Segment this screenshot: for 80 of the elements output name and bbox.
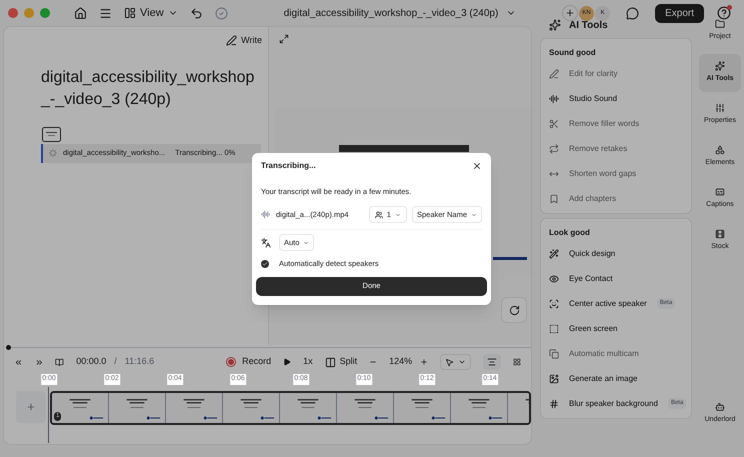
zoom-in-icon[interactable] (420, 357, 428, 367)
pointer-tool-button[interactable] (440, 354, 472, 370)
pen-icon (226, 35, 238, 46)
sliders-icon (715, 103, 725, 114)
project-title-button[interactable]: digital_accessibility_workshop_-_video_3 (240p) (284, 6, 516, 20)
language-icon (261, 238, 271, 248)
zoom-level: 124% (389, 355, 412, 368)
captions-icon (715, 187, 725, 198)
split-button[interactable]: Split (324, 355, 358, 369)
track-view-button[interactable] (483, 354, 502, 370)
help-icon (717, 6, 731, 20)
play-icon[interactable] (283, 357, 292, 367)
dashed-square-icon (549, 324, 559, 334)
copy-icon (549, 348, 559, 358)
expand-icon[interactable] (279, 34, 289, 44)
add-collaborator-button[interactable] (562, 5, 578, 21)
clip-thumbnail (42, 126, 61, 142)
comment-icon[interactable] (626, 6, 640, 20)
check-circle-icon[interactable] (214, 6, 228, 20)
pen-icon (549, 68, 559, 78)
image-plus-icon (549, 374, 559, 384)
magic-wand-icon (549, 248, 559, 258)
split-icon (324, 356, 336, 368)
sparkles-icon (715, 61, 725, 72)
view-menu-button[interactable]: View (124, 4, 178, 22)
loading-icon (49, 149, 57, 157)
close-icon[interactable] (472, 161, 482, 171)
sound-wave-icon (549, 94, 559, 104)
people-icon (374, 210, 383, 219)
chapters-icon[interactable] (55, 356, 64, 368)
chevron-down-icon (458, 358, 466, 366)
shapes-icon (715, 145, 725, 156)
help-button[interactable] (716, 5, 732, 21)
write-button[interactable]: Write (226, 34, 262, 48)
refresh-icon (508, 304, 520, 316)
bookmark-icon (549, 194, 559, 204)
record-icon (226, 357, 236, 367)
close-window-button[interactable] (8, 8, 18, 18)
undo-icon[interactable] (190, 6, 203, 20)
robot-icon (715, 402, 725, 412)
chevron-down-icon (471, 212, 477, 218)
tool-item[interactable]: Studio Sound (549, 86, 683, 111)
tool-item[interactable]: Eye Contact (549, 266, 683, 291)
folder-icon (715, 19, 725, 30)
chevron-down-icon (394, 212, 401, 218)
grid-hash-icon (549, 398, 559, 408)
time-separator: / (114, 355, 117, 368)
face-frame-icon (549, 298, 559, 308)
section-heading: Sound good (549, 47, 597, 59)
chevron-down-icon (303, 240, 310, 246)
home-icon[interactable] (74, 6, 87, 20)
sparkles-icon (549, 19, 561, 31)
speed-button[interactable]: 1x (303, 355, 313, 369)
repeat-icon (549, 144, 559, 154)
current-time: 00:00.0 (76, 355, 106, 368)
align-icon (487, 357, 498, 367)
scissors-icon (549, 118, 559, 128)
export-button[interactable]: Export (655, 4, 704, 22)
plus-icon (26, 402, 36, 412)
menu-icon[interactable] (99, 6, 112, 20)
eye-icon (549, 274, 559, 284)
total-duration: 11:16.6 (124, 355, 154, 368)
plus-icon (565, 8, 576, 18)
audio-file-icon (261, 210, 270, 220)
refresh-button[interactable] (501, 297, 527, 323)
document-title: digital_accessibility_workshop_-_video_3 (240p) (41, 68, 256, 110)
tool-item[interactable]: Green screen (549, 316, 683, 341)
layout-icon (124, 7, 136, 19)
panel-title: AI Tools (569, 18, 608, 32)
tool-item[interactable]: Quick design (549, 241, 683, 266)
add-track-button[interactable] (16, 391, 46, 423)
tool-item[interactable]: Generate an image (549, 366, 683, 391)
detect-speakers-checkbox[interactable] (261, 260, 269, 268)
dialog-title: Transcribing... (261, 160, 316, 172)
scrubber-handle[interactable] (6, 345, 11, 350)
grid-view-icon[interactable] (513, 357, 521, 367)
section-heading: Look good (549, 227, 591, 239)
record-button[interactable]: Record (226, 355, 272, 369)
film-icon (715, 229, 725, 240)
pointer-icon (445, 358, 454, 366)
